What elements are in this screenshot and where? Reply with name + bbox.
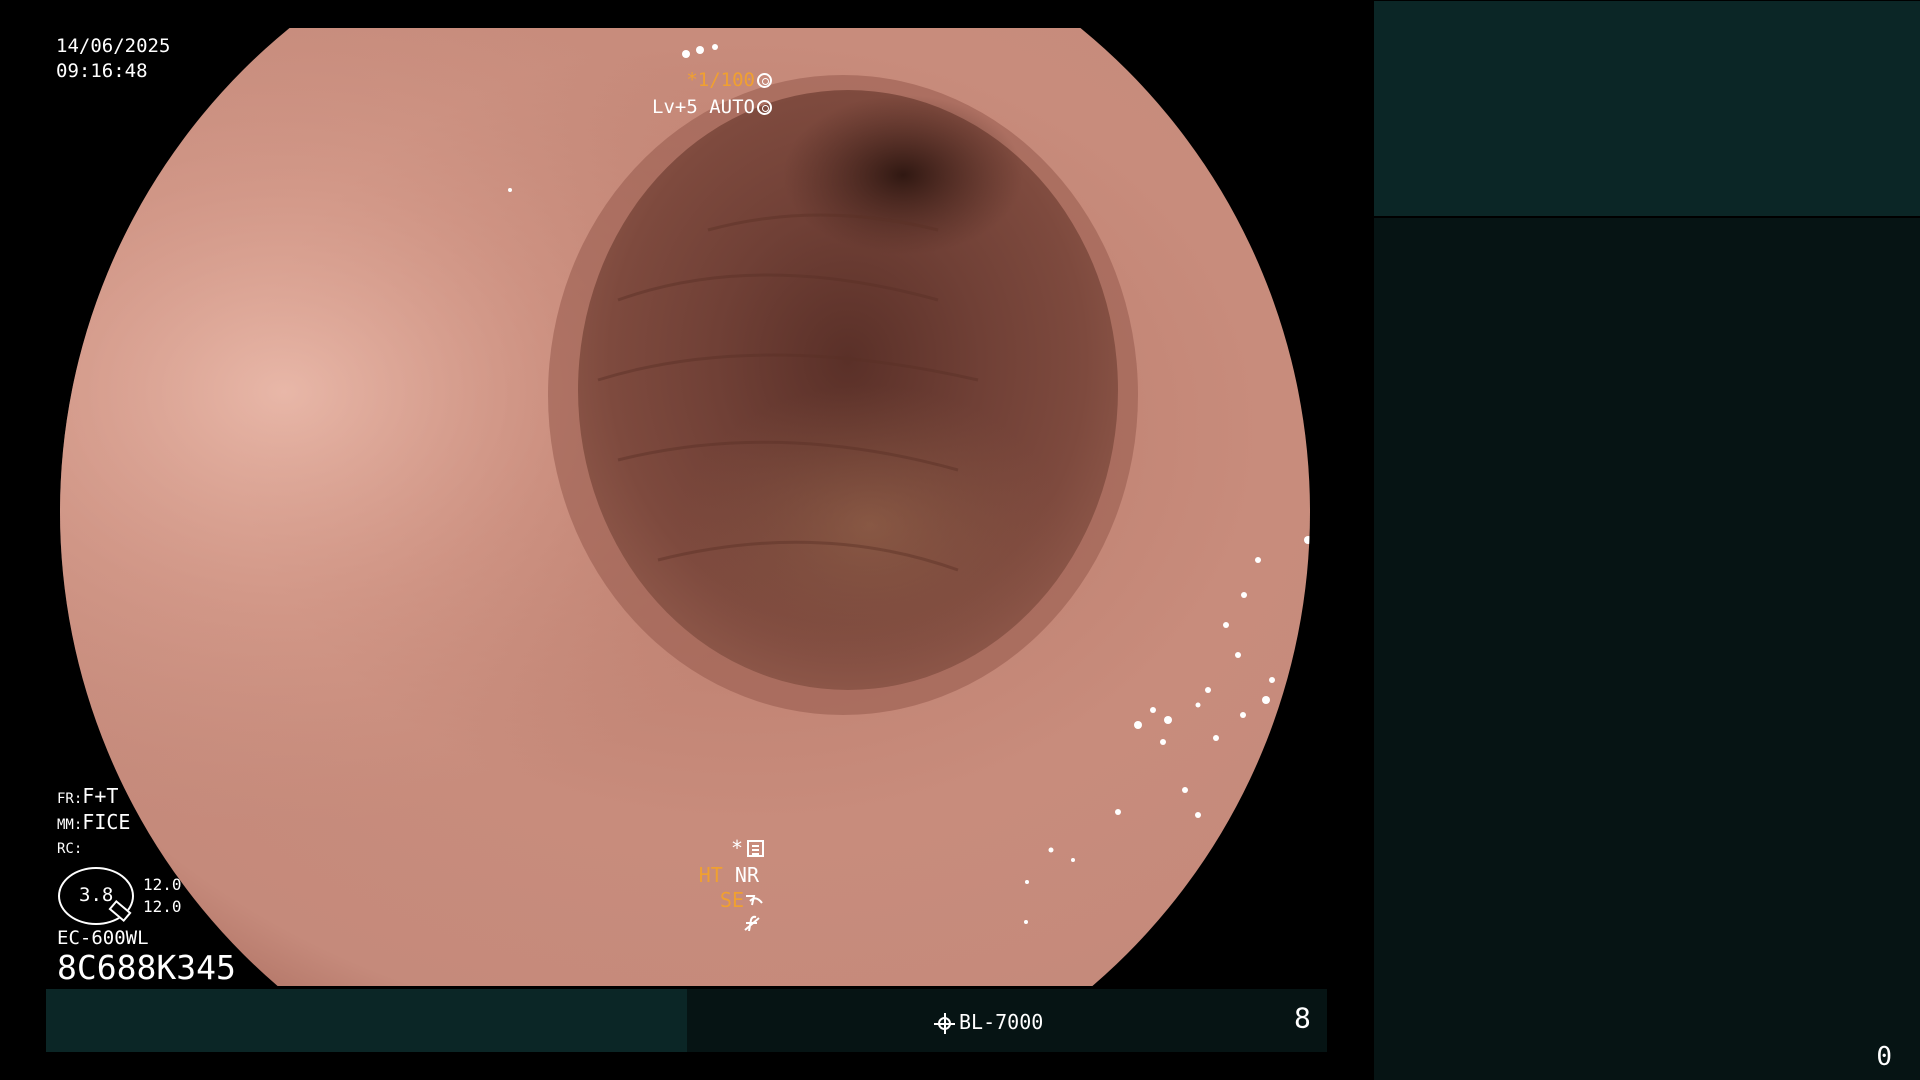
iris-icon bbox=[757, 100, 772, 115]
f-row bbox=[742, 914, 762, 937]
nr-indicator: NR bbox=[734, 863, 759, 887]
aperture-icon bbox=[757, 73, 772, 88]
ht-indicator: HT bbox=[698, 863, 723, 887]
endoscope-view: 14/06/2025 09:16:48 *1/100 Lv+5 AUTO FR:… bbox=[0, 0, 1372, 1080]
iris-setting: Lv+5 AUTO bbox=[652, 98, 772, 117]
light-source: BL-7000 bbox=[934, 1010, 1044, 1034]
iris-level: Lv+5 bbox=[652, 96, 698, 118]
iris-mode: AUTO bbox=[709, 96, 755, 118]
ht-nr-row: HT NR bbox=[699, 865, 759, 885]
se-row: SE bbox=[720, 890, 764, 910]
curve-icon bbox=[746, 895, 763, 906]
light-source-name: BL-7000 bbox=[959, 1010, 1044, 1034]
shutter-value: 1/100 bbox=[697, 69, 755, 91]
time-display: 09:16:48 bbox=[56, 60, 148, 82]
slashed-f-icon bbox=[744, 915, 760, 932]
endoscopy-screen: 14/06/2025 09:16:48 *1/100 Lv+5 AUTO FR:… bbox=[0, 0, 1920, 1080]
settings-list-icon bbox=[747, 840, 764, 857]
right-top-panel bbox=[1374, 1, 1920, 216]
date-display: 14/06/2025 bbox=[56, 35, 171, 57]
scope-model: EC-600WL bbox=[57, 927, 149, 949]
bottom-status-bar bbox=[46, 989, 1327, 1052]
serial-number: 8C688K345 bbox=[57, 948, 236, 987]
fr-label: FR: bbox=[57, 791, 83, 807]
asterisk-mark: * bbox=[730, 836, 743, 860]
asterisk-row: * bbox=[731, 838, 764, 858]
mm-value: FICE bbox=[82, 810, 131, 834]
fr-setting: FR:F+T bbox=[57, 786, 118, 806]
rc-label: RC: bbox=[57, 841, 83, 857]
shutter-speed: *1/100 bbox=[686, 71, 772, 90]
shutter-prefix: * bbox=[686, 69, 698, 91]
corner-number: 0 bbox=[1876, 1042, 1892, 1072]
rc-setting: RC: bbox=[57, 840, 82, 856]
dial-top-value: 12.0 bbox=[143, 875, 182, 894]
sun-icon bbox=[934, 1013, 955, 1034]
fr-value: F+T bbox=[82, 784, 119, 808]
right-bottom-panel: 0 bbox=[1374, 218, 1920, 1080]
dial-value: 3.8 bbox=[79, 884, 114, 906]
mm-setting: MM:FICE bbox=[57, 812, 130, 832]
se-indicator: SE bbox=[719, 888, 744, 912]
bottom-number: 8 bbox=[1294, 1001, 1311, 1035]
dial-bottom-value: 12.0 bbox=[143, 897, 182, 916]
bottom-left-panel bbox=[46, 989, 687, 1052]
mm-label: MM: bbox=[57, 817, 83, 833]
endoscopic-image bbox=[60, 28, 1310, 986]
